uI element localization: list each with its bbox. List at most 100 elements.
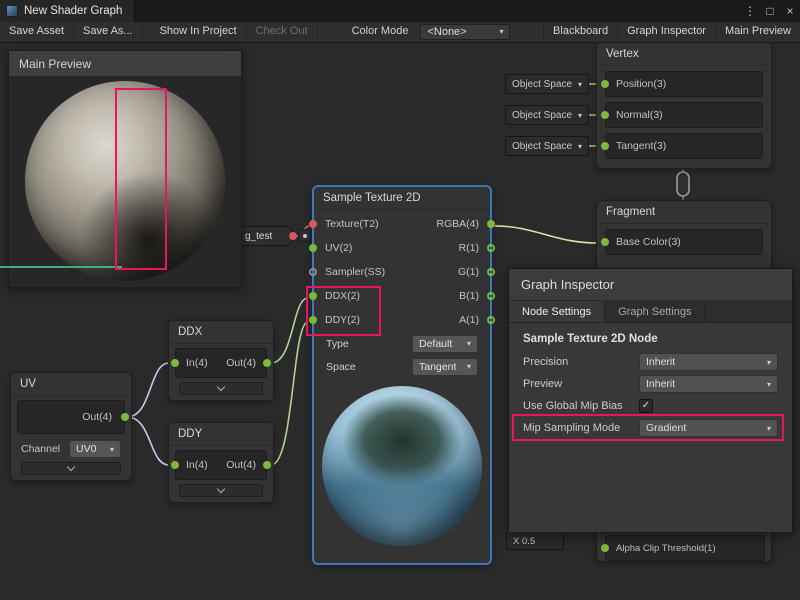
chevron-down-icon: ▾ (499, 25, 503, 39)
wire-ddy-to-sample[interactable] (271, 322, 308, 465)
normal-space-dropdown[interactable]: Object Space ▾ (505, 105, 589, 125)
inspector-content: Sample Texture 2D Node Precision Inherit… (509, 323, 792, 439)
wire-rgba-to-basecolor[interactable] (495, 226, 597, 243)
ddy-input-port[interactable] (309, 316, 317, 324)
graph-inspector-title[interactable]: Graph Inspector (509, 269, 792, 301)
normal-port[interactable] (601, 111, 609, 119)
ddx-node-title: DDX (169, 321, 273, 344)
ddx-out-port[interactable] (263, 359, 271, 367)
type-dropdown[interactable]: Default ▾ (412, 335, 478, 353)
node-uv[interactable]: UV Out(4) Channel UV0 ▾ (10, 372, 132, 481)
node-vertex[interactable]: Vertex Position(3) Normal(3) Tangent(3) (596, 42, 772, 169)
ddy-out-label: Out(4) (226, 459, 256, 471)
graph-inspector-panel[interactable]: Graph Inspector Node Settings Graph Sett… (508, 268, 793, 533)
wire-offscreen-left (0, 266, 122, 268)
node-ddx[interactable]: DDX In(4) Out(4) (168, 320, 274, 401)
uv-node-title: UV (11, 373, 131, 396)
save-as-button[interactable]: Save As... (74, 22, 143, 42)
mip-mode-dropdown[interactable]: Gradient ▾ (639, 419, 778, 437)
preview-row: Preview Inherit ▾ (509, 373, 792, 395)
position-label: Position(3) (616, 78, 666, 90)
save-asset-button[interactable]: Save Asset (0, 22, 74, 42)
ddx-input-label: DDX(2) (325, 290, 360, 302)
r-output-label: R(1) (459, 242, 479, 254)
collapse-chevron-icon (217, 485, 225, 493)
b-output-port[interactable] (487, 292, 495, 300)
check-out-button[interactable]: Check Out (247, 22, 318, 42)
uv-collapse-button[interactable] (21, 462, 121, 475)
r-output-port[interactable] (487, 244, 495, 252)
uv-out-port[interactable] (121, 413, 129, 421)
wire-uv-to-ddy[interactable] (127, 417, 169, 465)
shader-graph-canvas[interactable]: UV Out(4) Channel UV0 ▾ DDX In(4) Out(4)… (0, 0, 800, 600)
more-menu-button[interactable]: ⋮ (740, 0, 760, 22)
a-output-label: A(1) (459, 314, 479, 326)
ddx-collapse-button[interactable] (179, 382, 263, 395)
tangent-space-dropdown[interactable]: Object Space ▾ (505, 136, 589, 156)
rgba-output-port[interactable] (487, 220, 495, 228)
chevron-down-icon: ▾ (110, 445, 114, 454)
tab-node-settings[interactable]: Node Settings (509, 301, 605, 322)
main-preview-panel[interactable]: Main Preview (8, 50, 242, 288)
ddy-collapse-button[interactable] (179, 484, 263, 497)
blackboard-toggle-button[interactable]: Blackboard (543, 22, 617, 42)
space-row: Space Tangent ▾ (314, 355, 490, 378)
wire-uv-to-ddx[interactable] (127, 363, 169, 417)
g-output-port[interactable] (487, 268, 495, 276)
chevron-down-icon: ▾ (467, 362, 471, 371)
position-space-dropdown[interactable]: Object Space ▾ (505, 74, 589, 94)
sampler-input-port[interactable] (309, 268, 317, 276)
ddx-input-port[interactable] (309, 292, 317, 300)
close-button[interactable]: × (780, 0, 800, 22)
maximize-button[interactable]: □ (760, 0, 780, 22)
node-ddy[interactable]: DDY In(4) Out(4) (168, 422, 274, 503)
main-preview-title[interactable]: Main Preview (9, 51, 241, 77)
property-expand-button[interactable] (298, 229, 311, 242)
mip-bias-row: Use Global Mip Bias ✓ (509, 395, 792, 417)
a-output-port[interactable] (487, 316, 495, 324)
normal-label: Normal(3) (616, 109, 663, 121)
mip-bias-checkbox[interactable]: ✓ (639, 399, 653, 413)
base-color-label: Base Color(3) (616, 236, 681, 248)
port-row: Texture(T2) RGBA(4) (314, 212, 490, 236)
uv-channel-dropdown[interactable]: UV0 ▾ (69, 440, 121, 458)
ddy-out-port[interactable] (263, 461, 271, 469)
vertex-node-title: Vertex (597, 43, 771, 66)
tab-new-shader-graph[interactable]: New Shader Graph (0, 0, 135, 22)
normal-row: Normal(3) (605, 102, 763, 128)
alpha-clip-value-field[interactable]: X 0.5 (506, 532, 564, 550)
vertex-fragment-link-capsule[interactable] (677, 172, 689, 196)
show-in-project-button[interactable]: Show In Project (151, 22, 247, 42)
space-label: Space (326, 361, 356, 373)
ddx-in-port[interactable] (171, 359, 179, 367)
preview-dropdown[interactable]: Inherit ▾ (639, 375, 778, 393)
node-sample-texture-2d[interactable]: Sample Texture 2D Texture(T2) RGBA(4) UV… (313, 186, 491, 564)
graph-inspector-toggle-button[interactable]: Graph Inspector (617, 22, 715, 42)
shader-graph-icon (6, 5, 18, 17)
color-mode-dropdown[interactable]: <None> ▾ (420, 24, 510, 40)
toolbar-divider (143, 22, 151, 42)
position-row: Position(3) (605, 71, 763, 97)
precision-dropdown[interactable]: Inherit ▾ (639, 353, 778, 371)
base-color-port[interactable] (601, 238, 609, 246)
position-port[interactable] (601, 80, 609, 88)
tangent-port[interactable] (601, 142, 609, 150)
main-preview-toggle-button[interactable]: Main Preview (715, 22, 800, 42)
property-label: g_test (245, 231, 272, 242)
type-row: Type Default ▾ (314, 332, 490, 355)
sample-port-rows: Texture(T2) RGBA(4) UV(2) R(1) Sampler(S… (314, 210, 490, 332)
uv-channel-label: Channel (21, 443, 65, 455)
chevron-down-icon: ▾ (578, 142, 582, 151)
alpha-clip-port[interactable] (601, 544, 609, 552)
texture-input-port[interactable] (309, 220, 317, 228)
ddy-in-port[interactable] (171, 461, 179, 469)
inspector-tabs: Node Settings Graph Settings (509, 301, 792, 323)
b-output-label: B(1) (459, 290, 479, 302)
sample-node-preview-sphere (322, 386, 482, 546)
collapse-chevron-icon (67, 463, 75, 471)
property-output-port[interactable] (289, 232, 297, 240)
property-node-g-test[interactable]: g_test (236, 226, 294, 246)
tab-graph-settings[interactable]: Graph Settings (605, 301, 705, 322)
space-dropdown[interactable]: Tangent ▾ (412, 358, 478, 376)
uv-input-port[interactable] (309, 244, 317, 252)
